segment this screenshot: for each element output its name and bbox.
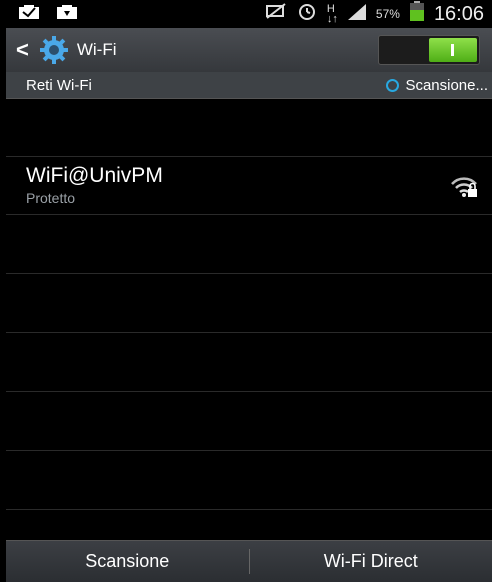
action-bar: < Wi-Fi (6, 28, 492, 72)
message-icon (18, 4, 40, 25)
muted-icon (265, 2, 287, 26)
section-header: Reti Wi-Fi Scansione... (6, 72, 492, 99)
section-label: Reti Wi-Fi (26, 77, 92, 94)
toggle-knob (429, 38, 477, 62)
page-title: Wi-Fi (77, 40, 117, 60)
wifi-toggle[interactable] (378, 35, 480, 65)
list-empty-row (6, 392, 492, 451)
list-empty-row (6, 274, 492, 333)
list-empty-row (6, 333, 492, 392)
list-spacer-row (6, 98, 492, 157)
network-list: WiFi@UnivPM Protetto (6, 98, 492, 540)
download-icon (56, 4, 78, 25)
back-chevron-icon[interactable]: < (16, 37, 29, 63)
list-empty-row (6, 451, 492, 510)
network-row[interactable]: WiFi@UnivPM Protetto (6, 156, 492, 215)
scan-button[interactable]: Scansione (6, 541, 249, 582)
network-ssid: WiFi@UnivPM (26, 164, 163, 188)
signal-icon (348, 3, 366, 26)
spinner-icon (386, 79, 399, 92)
bottom-bar: Scansione Wi-Fi Direct (6, 540, 492, 582)
wifi-direct-button[interactable]: Wi-Fi Direct (250, 541, 492, 582)
data-hplus-icon: H↓↑ (327, 4, 338, 24)
battery-icon (410, 1, 424, 27)
status-bar: H↓↑ 57% 16:06 (6, 0, 492, 28)
scan-status: Scansione... (386, 77, 488, 94)
clock: 16:06 (434, 3, 484, 26)
list-empty-row (6, 215, 492, 274)
gear-icon[interactable] (39, 35, 69, 65)
alarm-icon (297, 1, 317, 27)
scan-status-text: Scansione... (405, 77, 488, 94)
battery-percent: 57% (376, 7, 400, 21)
network-status: Protetto (26, 190, 75, 206)
wifi-lock-icon (450, 176, 478, 198)
